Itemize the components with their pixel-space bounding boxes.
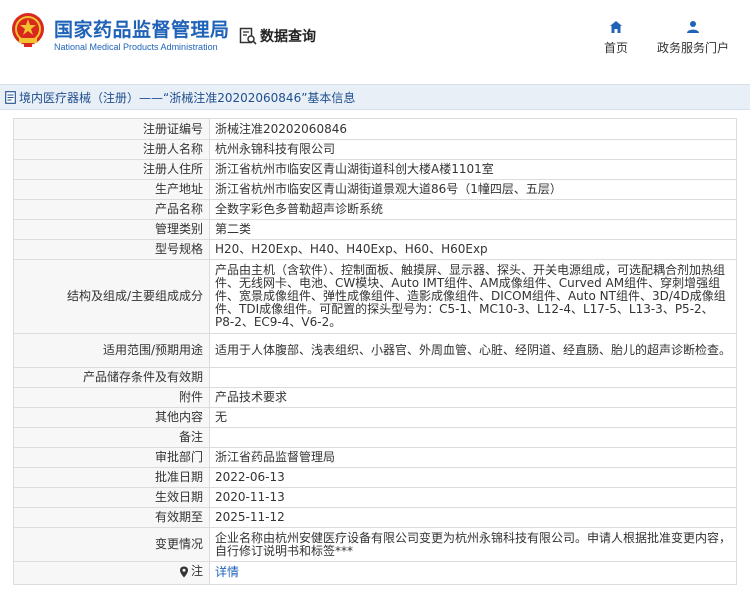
row-value-intended-use: 适用于人体腹部、浅表组织、小器官、外周血管、心脏、经阴道、经直肠、胎儿的超声诊断… <box>209 333 737 368</box>
row-label-approval-date: 批准日期 <box>13 467 210 488</box>
home-icon <box>610 21 622 33</box>
row-label-model-spec: 型号规格 <box>13 239 210 260</box>
row-value-model-spec: H20、H20Exp、H40、H40Exp、H60、H60Exp <box>209 239 737 260</box>
national-emblem-logo[interactable] <box>11 12 45 48</box>
table-row: 备注 <box>13 427 737 448</box>
table-row: 结构及组成/主要组成成分 产品由主机（含软件）、控制面板、触摸屏、显示器、探头、… <box>13 259 737 334</box>
row-label-cert-no: 注册证编号 <box>13 118 210 140</box>
row-value-cert-no: 浙械注准20202060846 <box>209 118 737 140</box>
row-label-storage: 产品储存条件及有效期 <box>13 367 210 388</box>
row-label-category: 管理类别 <box>13 219 210 240</box>
nav-home[interactable]: 首页 <box>600 20 632 56</box>
table-row: 生产地址 浙江省杭州市临安区青山湖街道景观大道86号（1幢四层、五层） <box>13 179 737 200</box>
nav-gov-label: 政务服务门户 <box>656 41 729 55</box>
row-label-product-name: 产品名称 <box>13 199 210 220</box>
table-row: 型号规格 H20、H20Exp、H40、H40Exp、H60、H60Exp <box>13 239 737 260</box>
row-value-changes: 企业名称由杭州安健医疗设备有限公司变更为杭州永锦科技有限公司。申请人根据批准变更… <box>209 527 737 562</box>
table-row: 适用范围/预期用途 适用于人体腹部、浅表组织、小器官、外周血管、心脏、经阴道、经… <box>13 333 737 368</box>
site-title-cn: 国家药品监督管理局 <box>54 19 230 41</box>
row-label-structure: 结构及组成/主要组成成分 <box>13 259 210 334</box>
pin-icon <box>179 566 188 577</box>
table-row: 注册人名称 杭州永锦科技有限公司 <box>13 139 737 160</box>
row-label-effective-date: 生效日期 <box>13 487 210 508</box>
breadcrumb: 境内医疗器械（注册）——“浙械注准20202060846”基本信息 <box>5 89 355 106</box>
breadcrumb-bar: 境内医疗器械（注册）——“浙械注准20202060846”基本信息 <box>0 84 750 110</box>
nav-gov-service-portal[interactable]: 政务服务门户 <box>650 20 736 56</box>
row-value-approval-dept: 浙江省药品监督管理局 <box>209 447 737 468</box>
site-header: 国家药品监督管理局 National Medical Products Admi… <box>0 0 750 72</box>
data-query-link[interactable]: 数据查询 <box>239 26 316 46</box>
table-row: 注册证编号 浙械注准20202060846 <box>13 118 737 140</box>
table-row: 审批部门 浙江省药品监督管理局 <box>13 447 737 468</box>
row-label-approval-dept: 审批部门 <box>13 447 210 468</box>
nav-home-label: 首页 <box>603 41 628 55</box>
table-row: 有效期至 2025-11-12 <box>13 507 737 528</box>
row-value-approval-date: 2022-06-13 <box>209 467 737 488</box>
row-value-category: 第二类 <box>209 219 737 240</box>
note-label: 注 <box>190 564 203 578</box>
document-icon <box>5 91 16 104</box>
row-label-expiry-date: 有效期至 <box>13 507 210 528</box>
row-label-attachment: 附件 <box>13 387 210 408</box>
row-label-registrant: 注册人名称 <box>13 139 210 160</box>
details-link[interactable]: 详情 <box>215 565 239 579</box>
table-row: 注册人住所 浙江省杭州市临安区青山湖街道科创大楼A楼1101室 <box>13 159 737 180</box>
row-value-attachment: 产品技术要求 <box>209 387 737 408</box>
row-value-note: 详情 <box>209 561 737 585</box>
row-label-other: 其他内容 <box>13 407 210 428</box>
table-row: 其他内容 无 <box>13 407 737 428</box>
row-label-intended-use: 适用范围/预期用途 <box>13 333 210 368</box>
table-row: 批准日期 2022-06-13 <box>13 467 737 488</box>
row-value-storage <box>209 367 737 388</box>
row-label-production-address: 生产地址 <box>13 179 210 200</box>
row-value-registrant: 杭州永锦科技有限公司 <box>209 139 737 160</box>
row-label-note: 注 <box>13 561 210 585</box>
row-value-expiry-date: 2025-11-12 <box>209 507 737 528</box>
table-row: 附件 产品技术要求 <box>13 387 737 408</box>
table-row: 生效日期 2020-11-13 <box>13 487 737 508</box>
row-value-production-address: 浙江省杭州市临安区青山湖街道景观大道86号（1幢四层、五层） <box>209 179 737 200</box>
row-label-registrant-address: 注册人住所 <box>13 159 210 180</box>
site-title-en: National Medical Products Administration <box>54 42 218 52</box>
row-value-product-name: 全数字彩色多普勒超声诊断系统 <box>209 199 737 220</box>
device-info-table: 注册证编号 浙械注准20202060846 注册人名称 杭州永锦科技有限公司 注… <box>13 118 737 585</box>
row-value-effective-date: 2020-11-13 <box>209 487 737 508</box>
table-row: 产品储存条件及有效期 <box>13 367 737 388</box>
breadcrumb-text: 境内医疗器械（注册）——“浙械注准20202060846”基本信息 <box>19 91 356 105</box>
note-label-wrap: 注 <box>179 565 203 578</box>
row-label-changes: 变更情况 <box>13 527 210 562</box>
table-row: 管理类别 第二类 <box>13 219 737 240</box>
row-value-registrant-address: 浙江省杭州市临安区青山湖街道科创大楼A楼1101室 <box>209 159 737 180</box>
row-value-remarks <box>209 427 737 448</box>
row-label-remarks: 备注 <box>13 427 210 448</box>
row-value-structure: 产品由主机（含软件）、控制面板、触摸屏、显示器、探头、开关电源组成，可选配耦合剂… <box>209 259 737 334</box>
table-row: 注 详情 <box>13 561 737 585</box>
document-search-icon <box>239 27 257 45</box>
data-query-label: 数据查询 <box>260 29 316 45</box>
row-value-other: 无 <box>209 407 737 428</box>
table-row: 产品名称 全数字彩色多普勒超声诊断系统 <box>13 199 737 220</box>
table-row: 变更情况 企业名称由杭州安健医疗设备有限公司变更为杭州永锦科技有限公司。申请人根… <box>13 527 737 562</box>
user-icon <box>687 21 699 33</box>
